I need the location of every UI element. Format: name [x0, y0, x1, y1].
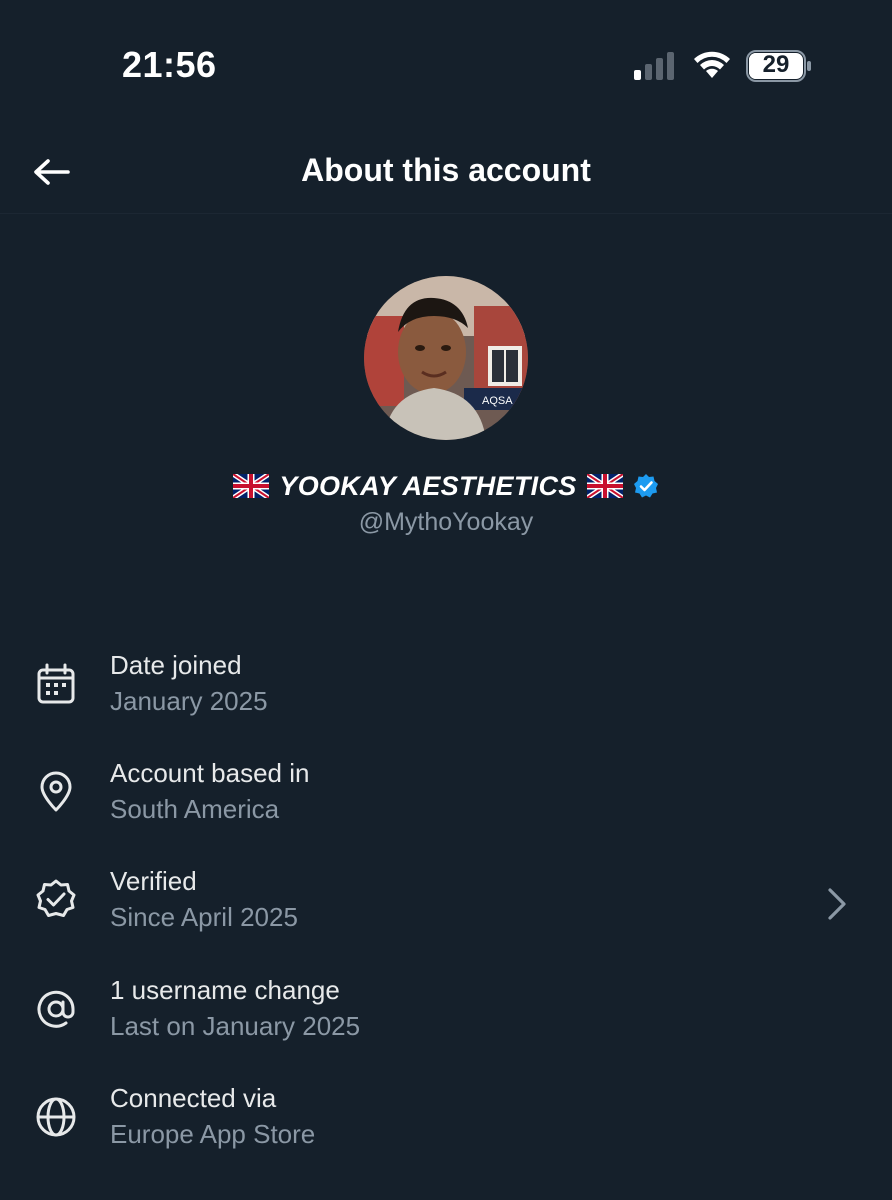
at-sign-icon: [37, 990, 75, 1028]
svg-text:AQSA: AQSA: [482, 395, 513, 407]
display-name: YOOKAY AESTHETICS: [279, 470, 577, 501]
avatar[interactable]: AQSA: [364, 276, 528, 440]
wifi-icon: [694, 51, 730, 78]
battery-level: 29: [762, 51, 790, 78]
info-title: Account based in: [110, 758, 310, 788]
status-bar: 21:56 29: [0, 0, 892, 130]
chevron-right-icon: [828, 888, 846, 920]
verified-badge-icon: [36, 879, 76, 917]
info-title: Verified: [110, 866, 197, 896]
info-item-date-joined: Date joined January 2025: [0, 650, 892, 740]
location-pin-icon: [40, 771, 72, 812]
info-title: 1 username change: [110, 975, 340, 1005]
avatar-photo: AQSA: [364, 276, 528, 440]
header: About this account: [0, 130, 892, 214]
info-item-connected-via: Connected via Europe App Store: [0, 1083, 892, 1173]
info-subtitle: Since April 2025: [110, 902, 298, 932]
page-title: About this account: [301, 152, 591, 188]
status-time: 21:56: [122, 44, 217, 85]
info-subtitle: Last on January 2025: [110, 1011, 361, 1041]
info-title: Connected via: [110, 1083, 277, 1113]
globe-icon: [36, 1097, 76, 1137]
calendar-icon: [37, 663, 75, 704]
uk-flag-icon: [586, 474, 623, 498]
verified-badge-icon: [633, 474, 658, 498]
handle: @MythoYookay: [358, 508, 534, 536]
info-item-verified[interactable]: Verified Since April 2025: [0, 866, 892, 956]
info-subtitle: Europe App Store: [110, 1119, 316, 1149]
info-item-account-location: Account based in South America: [0, 758, 892, 848]
uk-flag-icon: [233, 474, 270, 498]
info-title: Date joined: [110, 650, 242, 680]
info-subtitle: January 2025: [110, 686, 268, 716]
screen: 21:56 29 About this account AQSA YOOKAY …: [0, 0, 892, 1200]
info-subtitle: South America: [110, 794, 280, 824]
info-item-username-changes: 1 username change Last on January 2025: [0, 975, 892, 1065]
display-name-row: YOOKAY AESTHETICS: [0, 466, 892, 506]
signal-icon: [634, 52, 674, 80]
